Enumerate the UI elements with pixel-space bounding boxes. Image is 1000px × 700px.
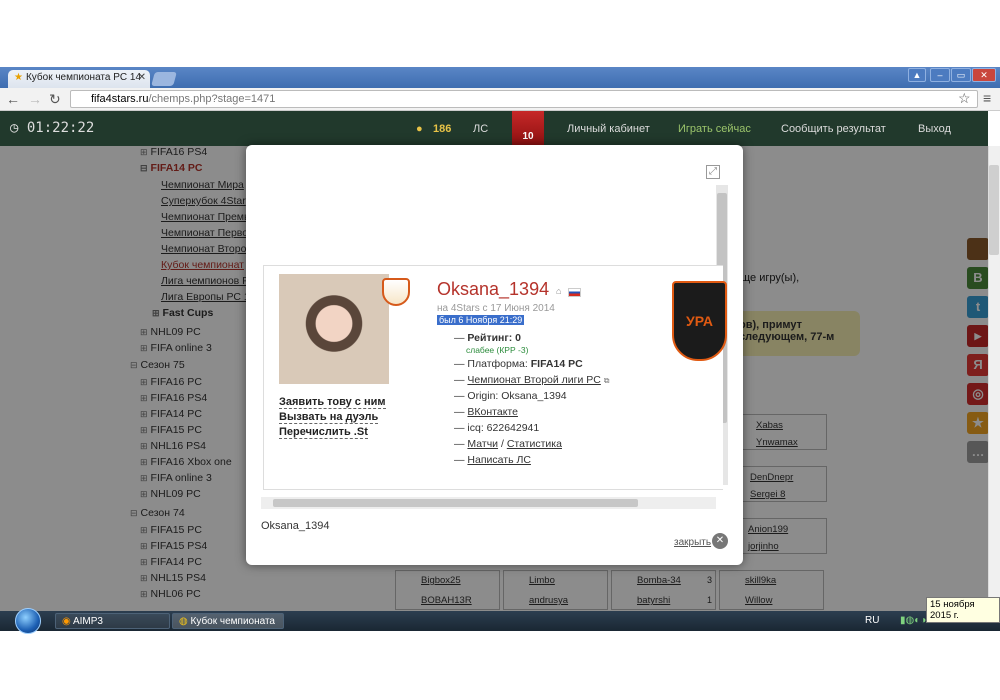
chrome-icon: ◍ xyxy=(179,616,188,627)
apply-team-button[interactable]: Заявить тову с ним xyxy=(279,396,386,409)
profile-card: Заявить тову с ним Вызвать на дуэль Пере… xyxy=(263,265,727,490)
language-indicator[interactable]: RU xyxy=(865,615,879,626)
close-icon[interactable]: ✕ xyxy=(712,533,728,549)
profile-username: Oksana_1394 xyxy=(437,279,550,299)
address-toolbar: ← → ↻ fifa4stars.ru/chemps.php?stage=147… xyxy=(0,88,1000,111)
nav-logout[interactable]: Выход xyxy=(918,123,951,135)
pm-row: — Написать ЛС xyxy=(454,454,531,466)
browser-tab-bar: ★ Кубок чемпионата PC 14 ✕ ▲ – ▭ ✕ xyxy=(0,67,1000,88)
start-button[interactable] xyxy=(15,608,41,634)
menu-icon[interactable]: ≡ xyxy=(983,90,991,106)
tab-title: Кубок чемпионата PC 14 xyxy=(25,72,142,83)
profile-modal: ⤢ Заявить тову с ним Вызвать на дуэль Пе… xyxy=(246,145,743,565)
os-taskbar: ◉ AIMP3 ◍ Кубок чемпионата ... RU ▮◍◐◑ 8… xyxy=(0,608,1000,638)
minimize-button[interactable]: – xyxy=(930,68,950,82)
back-arrow-icon[interactable]: ← xyxy=(6,91,20,107)
rating-row: — Рейтинг: 0 xyxy=(454,332,522,344)
taskbar-aimp[interactable]: ◉ AIMP3 xyxy=(55,613,170,629)
member-since: на 4Stars с 17 Июня 2014 xyxy=(437,303,555,314)
modal-caption: Oksana_1394 xyxy=(261,520,330,532)
expand-icon[interactable]: ⤢ xyxy=(706,165,720,179)
url-input[interactable]: fifa4stars.ru/chemps.php?stage=1471 xyxy=(70,90,978,108)
aimp-icon: ◉ xyxy=(62,616,71,627)
date-tooltip: 15 ноября 2015 г. xyxy=(926,597,1000,623)
session-timer: ◷ 01:22:22 xyxy=(10,120,95,136)
tray-icons[interactable]: ▮◍◐◑ xyxy=(900,615,926,626)
platform-row: — Платформа: FIFA14 PC xyxy=(454,358,583,370)
origin-row: — Origin: Oksana_1394 xyxy=(454,390,567,402)
home-icon: ⌂ xyxy=(556,286,562,296)
icq-row: — icq: 622642941 xyxy=(454,422,540,434)
bookmark-star-icon[interactable]: ☆ xyxy=(958,90,971,107)
page-scrollbar-thumb[interactable] xyxy=(989,165,999,255)
coins-icon: ● xyxy=(416,123,423,135)
new-tab-button[interactable] xyxy=(151,72,177,86)
matches-link[interactable]: Матчи xyxy=(467,438,498,450)
url-path: /chemps.php?stage=1471 xyxy=(148,93,276,105)
nav-cabinet[interactable]: Личный кабинет xyxy=(567,123,650,135)
russian-flag-icon xyxy=(568,288,581,297)
coins-count: 186 xyxy=(433,123,452,135)
external-link-icon: ⧉ xyxy=(603,376,610,385)
matches-row: — Матчи / Статистика xyxy=(454,438,562,450)
favicon-star-icon: ★ xyxy=(14,72,23,83)
duel-button[interactable]: Вызвать на дуэль xyxy=(279,411,379,424)
statistics-link[interactable]: Статистика xyxy=(507,438,562,450)
vk-row: — ВКонтакте xyxy=(454,406,518,418)
user-icon[interactable]: ▲ xyxy=(908,68,926,82)
nav-play-now[interactable]: Играть сейчас xyxy=(678,123,751,135)
tab-close-icon[interactable]: ✕ xyxy=(138,72,146,83)
close-button[interactable]: закрыть xyxy=(674,537,711,548)
vk-link[interactable]: ВКонтакте xyxy=(467,406,518,418)
last-seen: был 6 Ноября 21:29 xyxy=(437,315,525,325)
window-close-button[interactable]: ✕ xyxy=(972,68,996,82)
club-logo: УРА xyxy=(672,281,727,361)
rank-badge-icon xyxy=(382,278,410,306)
taskbar-browser[interactable]: ◍ Кубок чемпионата ... xyxy=(172,613,284,638)
championship-row: — Чемпионат Второй лиги PC ⧉ xyxy=(454,374,610,386)
player-avatar[interactable]: 10 xyxy=(512,111,544,146)
write-pm-link[interactable]: Написать ЛС xyxy=(467,454,531,466)
url-host: fifa4stars.ru xyxy=(91,93,149,105)
site-header: ◷ 01:22:22 ● 186 ЛС 10 Личный кабинет Иг… xyxy=(0,111,988,146)
nav-report-result[interactable]: Сообщить результат xyxy=(781,123,886,135)
championship-link[interactable]: Чемпионат Второй лиги PC xyxy=(467,374,600,386)
forward-arrow-icon[interactable]: → xyxy=(28,91,42,107)
transfer-button[interactable]: Перечислить .St xyxy=(279,426,368,439)
reload-icon[interactable]: ↻ xyxy=(49,91,61,108)
user-avatar xyxy=(279,274,389,384)
maximize-button[interactable]: ▭ xyxy=(951,68,971,82)
card-horizontal-scrollbar-thumb[interactable] xyxy=(273,499,638,507)
private-messages-link[interactable]: ЛС xyxy=(473,123,488,135)
browser-tab[interactable]: ★ Кубок чемпионата PC 14 ✕ xyxy=(8,70,150,88)
rating-comparison: слабее (КРР -3) xyxy=(466,345,529,355)
